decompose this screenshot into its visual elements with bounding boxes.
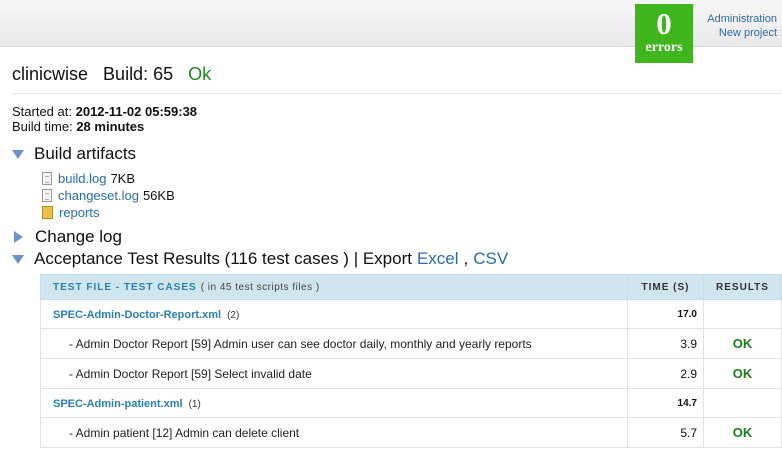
case-count: (2) (227, 310, 240, 321)
case-count: (1) (188, 399, 201, 410)
errors-label: errors (645, 40, 683, 55)
column-header-time[interactable]: Time (s) (627, 274, 704, 300)
artifact-link[interactable]: build.log (58, 170, 106, 187)
export-excel-link[interactable]: Excel (417, 249, 459, 269)
file-icon (42, 172, 52, 185)
table-row: SPEC-Admin-Doctor-Report.xml (2) 17.0 (40, 299, 782, 329)
section-title: Change log (35, 227, 122, 246)
triangle-right-icon[interactable] (14, 231, 23, 243)
artifact-size: 7KB (110, 171, 136, 186)
section-acceptance-results[interactable]: Acceptance Test Results (116 test cases … (12, 249, 508, 269)
table-row: - Admin Doctor Report [59] Admin user ca… (40, 328, 782, 359)
folder-icon (42, 206, 53, 219)
result-cell (703, 388, 782, 418)
time-cell: 17.0 (627, 299, 704, 329)
test-case-name: - Admin patient [12] Admin can delete cl… (40, 417, 628, 448)
table-row: SPEC-Admin-patient.xml (1) 14.7 (40, 388, 782, 418)
section-title: Build artifacts (34, 144, 137, 163)
errors-badge[interactable]: 0 errors (635, 4, 693, 63)
table-row: - Admin Doctor Report [59] Select invali… (40, 358, 782, 389)
new-project-link[interactable]: New project (707, 26, 777, 40)
result-cell: OK (703, 358, 782, 389)
result-cell: OK (703, 417, 782, 448)
export-csv-link[interactable]: CSV (473, 249, 508, 269)
result-cell: OK (703, 328, 782, 359)
build-number: Build: 65 (103, 64, 174, 84)
page-title: clinicwise Build: 65 Ok (12, 64, 221, 85)
triangle-down-icon[interactable] (12, 254, 24, 264)
list-item: reports (42, 204, 175, 221)
table-header-row: Test File - Test Cases( in 45 test scrip… (40, 274, 782, 300)
buildtime-value: 28 minutes (76, 119, 145, 134)
top-links: Administration New project (707, 12, 777, 40)
time-cell: 3.9 (627, 328, 704, 359)
buildtime-label: Build time: (12, 119, 73, 134)
section-title: Acceptance Test Results (116 test cases … (34, 249, 412, 268)
separator: , (463, 249, 469, 268)
result-cell (703, 299, 782, 329)
triangle-down-icon[interactable] (12, 149, 24, 159)
test-case-name: - Admin Doctor Report [59] Select invali… (40, 358, 628, 389)
column-header-file[interactable]: Test File - Test Cases( in 45 test scrip… (40, 274, 628, 300)
artifact-link[interactable]: changeset.log (58, 187, 139, 204)
time-cell: 5.7 (627, 417, 704, 448)
list-item: build.log 7KB (42, 170, 175, 187)
test-file-link[interactable]: SPEC-Admin-Doctor-Report.xml (53, 309, 221, 321)
column-header-results[interactable]: Results (703, 274, 782, 300)
file-icon (42, 189, 52, 202)
errors-count: 0 (656, 6, 672, 41)
results-table: Test File - Test Cases( in 45 test scrip… (40, 274, 782, 448)
started-value: 2012-11-02 05:59:38 (75, 104, 198, 119)
table-row: - Admin patient [12] Admin can delete cl… (40, 417, 782, 448)
artifact-list: build.log 7KB changeset.log 56KB reports (42, 170, 175, 221)
section-build-artifacts[interactable]: Build artifacts (12, 144, 136, 164)
time-cell: 2.9 (627, 358, 704, 389)
divider (12, 93, 782, 94)
artifact-link[interactable]: reports (59, 204, 99, 221)
column-header-sub: ( in 45 test scripts files ) (200, 281, 320, 293)
build-meta: Started at: 2012-11-02 05:59:38 Build ti… (12, 104, 197, 134)
list-item: changeset.log 56KB (42, 187, 175, 204)
test-case-name: - Admin Doctor Report [59] Admin user ca… (40, 328, 628, 359)
started-label: Started at: (12, 104, 72, 119)
build-status: Ok (188, 64, 212, 84)
project-name: clinicwise (12, 64, 89, 84)
section-change-log[interactable]: Change log (12, 227, 122, 247)
time-cell: 14.7 (627, 388, 704, 418)
test-file-link[interactable]: SPEC-Admin-patient.xml (53, 398, 183, 410)
administration-link[interactable]: Administration (707, 12, 777, 26)
artifact-size: 56KB (142, 188, 175, 203)
